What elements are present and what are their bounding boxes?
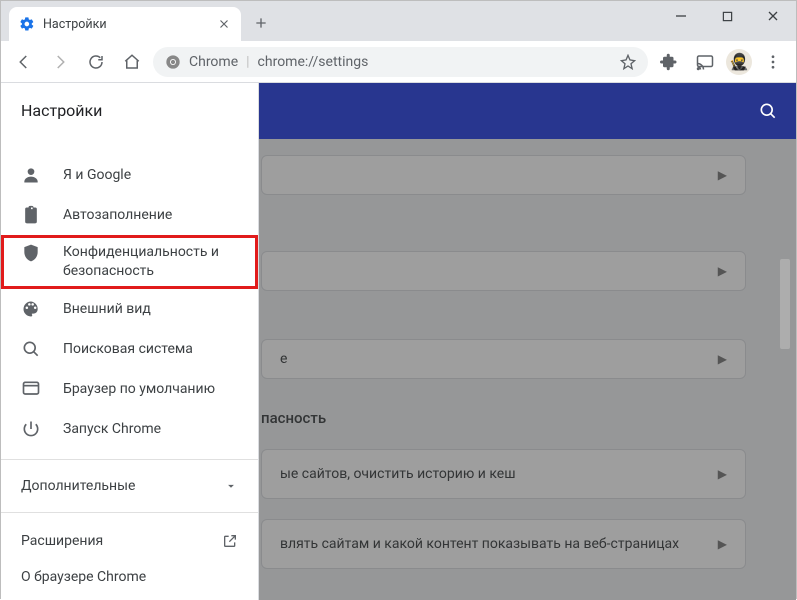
profile-avatar[interactable]: 🥷 <box>726 49 752 75</box>
shield-icon <box>21 243 41 263</box>
settings-sidebar: Настройки Я и Google Автозаполнение Конф… <box>1 83 259 600</box>
palette-icon <box>21 299 41 319</box>
sidebar-item-you-and-google[interactable]: Я и Google <box>1 155 258 195</box>
omnibox-origin: Chrome <box>189 54 238 70</box>
person-icon <box>21 165 41 185</box>
new-tab-button[interactable] <box>247 9 275 37</box>
extensions-button[interactable] <box>654 47 684 77</box>
sidebar-item-on-startup[interactable]: Запуск Chrome <box>1 409 258 449</box>
sidebar-nav: Я и Google Автозаполнение Конфиденциальн… <box>1 139 258 600</box>
sidebar-item-privacy-security[interactable]: Конфиденциальность и безопасность <box>1 235 258 289</box>
window-titlebar: Настройки <box>1 1 796 41</box>
sidebar-item-default-browser[interactable]: Браузер по умолчанию <box>1 369 258 409</box>
reload-button[interactable] <box>81 47 111 77</box>
browser-tab[interactable]: Настройки <box>9 7 241 41</box>
forward-button[interactable] <box>45 47 75 77</box>
window-controls <box>658 1 796 31</box>
sidebar-item-extensions[interactable]: Расширения <box>1 523 258 559</box>
sidebar-item-appearance[interactable]: Внешний вид <box>1 289 258 329</box>
home-button[interactable] <box>117 47 147 77</box>
omnibox-separator: | <box>246 54 249 70</box>
search-icon <box>21 339 41 359</box>
sidebar-advanced-label: Дополнительные <box>21 478 135 494</box>
sidebar-item-label: Автозаполнение <box>63 207 172 223</box>
sidebar-separator <box>1 459 258 460</box>
back-button[interactable] <box>9 47 39 77</box>
clipboard-icon <box>21 205 41 225</box>
window-close-button[interactable] <box>750 1 796 31</box>
sidebar-title: Настройки <box>1 83 258 139</box>
search-icon[interactable] <box>758 101 778 121</box>
sidebar-item-label: Конфиденциальность и безопасность <box>63 243 238 281</box>
sidebar-separator <box>1 512 258 513</box>
sidebar-item-label: Внешний вид <box>63 301 151 317</box>
sidebar-extensions-label: Расширения <box>21 533 103 549</box>
sidebar-item-search-engine[interactable]: Поисковая система <box>1 329 258 369</box>
close-icon[interactable] <box>217 17 231 31</box>
chrome-logo-icon <box>165 54 181 70</box>
sidebar-item-about-chrome[interactable]: О браузере Chrome <box>1 559 258 595</box>
sidebar-item-label: Запуск Chrome <box>63 421 161 437</box>
scrollbar-thumb[interactable] <box>780 259 790 349</box>
browser-toolbar: Chrome | chrome://settings 🥷 <box>1 41 796 83</box>
tab-title: Настройки <box>43 17 107 32</box>
chevron-down-icon <box>224 479 238 493</box>
sidebar-item-label: Я и Google <box>63 167 131 183</box>
maximize-button[interactable] <box>704 1 750 31</box>
open-in-new-icon <box>222 533 238 549</box>
page-scrollbar[interactable] <box>778 139 792 600</box>
page-content: ▶ ▶ е ▶ пасность ые сайтов, очистить ист… <box>1 83 796 600</box>
cast-button[interactable] <box>690 47 720 77</box>
menu-button[interactable] <box>758 47 788 77</box>
bookmark-star-icon[interactable] <box>620 54 636 70</box>
sidebar-item-label: Поисковая система <box>63 341 193 357</box>
sidebar-advanced-toggle[interactable]: Дополнительные <box>1 470 258 502</box>
gear-icon <box>19 16 35 32</box>
sidebar-about-label: О браузере Chrome <box>21 569 146 585</box>
sidebar-item-label: Браузер по умолчанию <box>63 381 215 397</box>
minimize-button[interactable] <box>658 1 704 31</box>
omnibox-url: chrome://settings <box>258 54 369 70</box>
sidebar-item-autofill[interactable]: Автозаполнение <box>1 195 258 235</box>
browser-icon <box>21 379 41 399</box>
power-icon <box>21 419 41 439</box>
address-bar[interactable]: Chrome | chrome://settings <box>153 47 648 77</box>
